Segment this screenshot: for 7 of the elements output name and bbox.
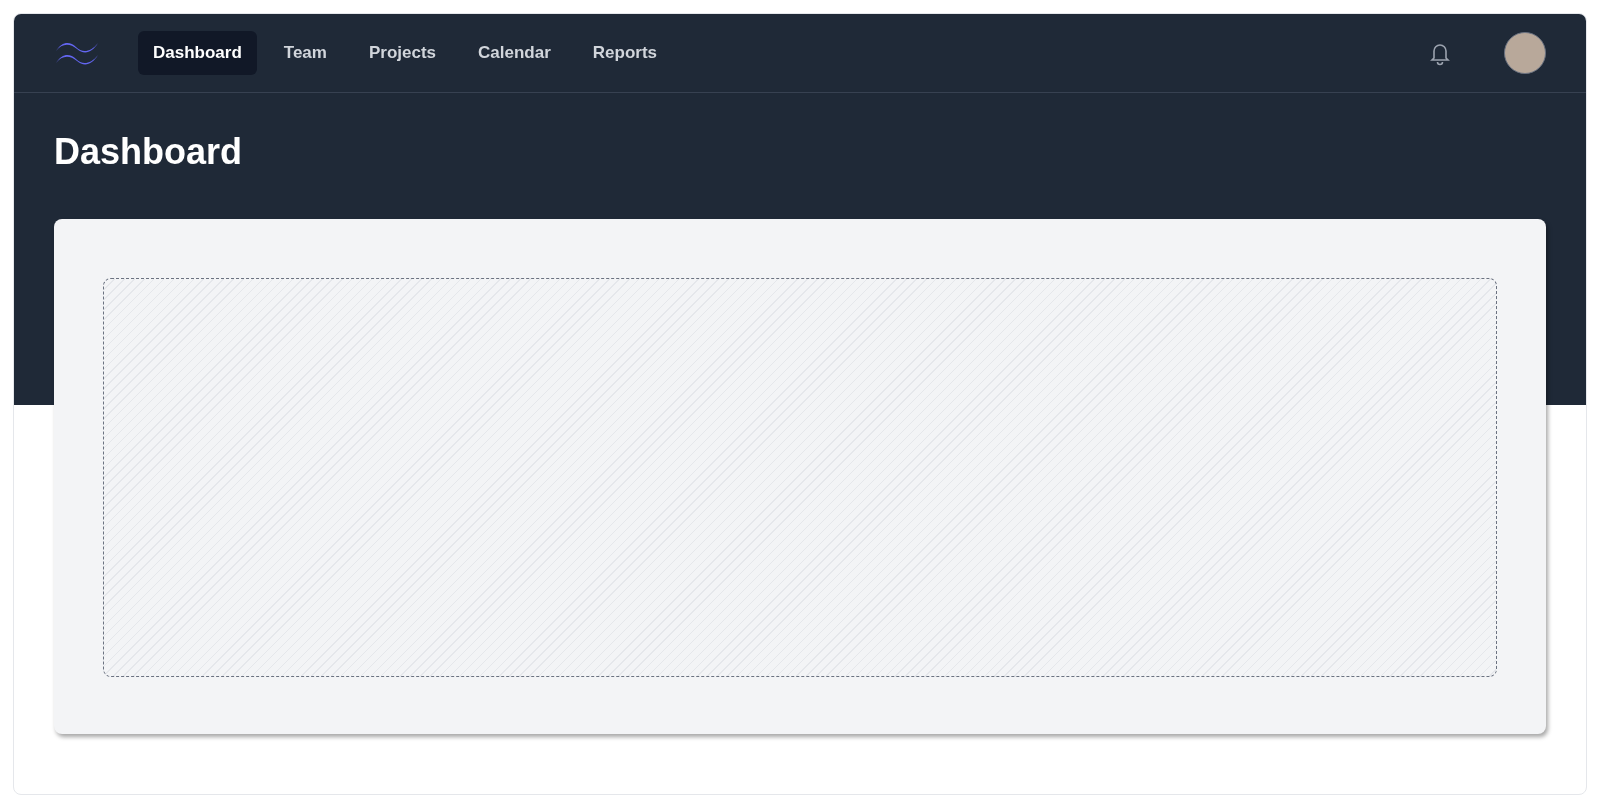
nav-tab[interactable]: Reports (577, 31, 673, 75)
user-avatar[interactable] (1504, 32, 1546, 74)
page-title: Dashboard (53, 130, 244, 173)
nav-tab[interactable]: Team (268, 31, 342, 75)
nav-tab[interactable]: Dashboard (138, 31, 257, 75)
nav-tab[interactable]: Projects (353, 31, 452, 75)
nav-tab[interactable]: Calendar (463, 31, 566, 75)
